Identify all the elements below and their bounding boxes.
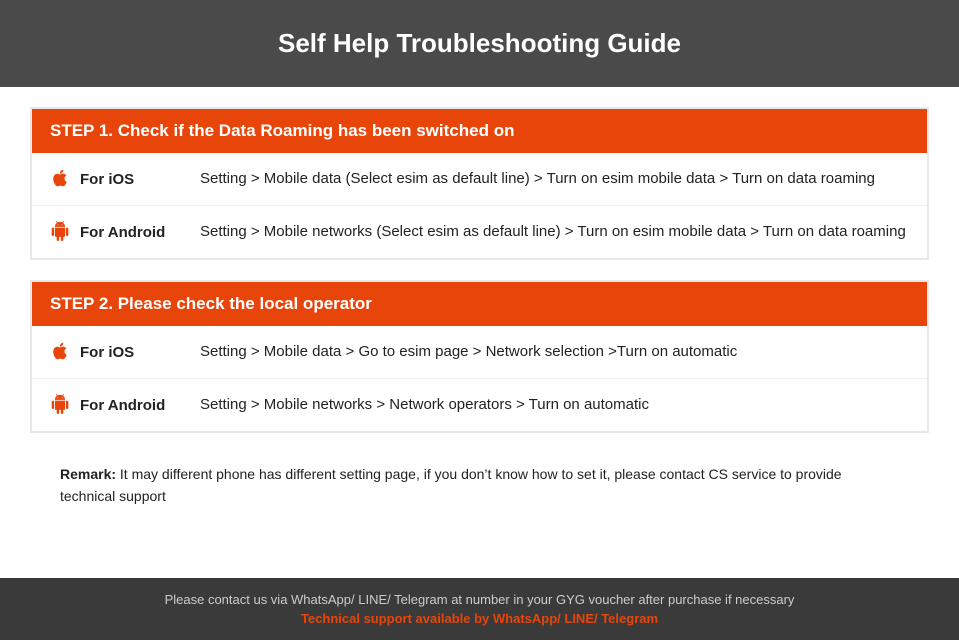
step1-android-label: For Android bbox=[50, 220, 200, 243]
remark-section: Remark: It may different phone has diffe… bbox=[30, 453, 929, 528]
step2-android-text: Setting > Mobile networks > Network oper… bbox=[200, 393, 909, 417]
apple-icon-2 bbox=[50, 341, 72, 363]
remark-text: It may different phone has different set… bbox=[60, 466, 842, 504]
page-header: Self Help Troubleshooting Guide bbox=[0, 0, 959, 87]
step1-ios-row: For iOS Setting > Mobile data (Select es… bbox=[32, 153, 927, 206]
step1-header: STEP 1. Check if the Data Roaming has be… bbox=[32, 109, 927, 153]
android-icon-2 bbox=[50, 394, 72, 416]
step1-android-text: Setting > Mobile networks (Select esim a… bbox=[200, 220, 909, 244]
step2-header: STEP 2. Please check the local operator bbox=[32, 282, 927, 326]
step1-block: STEP 1. Check if the Data Roaming has be… bbox=[30, 107, 929, 260]
main-content: STEP 1. Check if the Data Roaming has be… bbox=[0, 87, 959, 578]
footer-support-text: Technical support available by WhatsApp/… bbox=[20, 611, 939, 626]
remark-label: Remark: bbox=[60, 466, 116, 482]
android-icon bbox=[50, 221, 72, 243]
step1-body: For iOS Setting > Mobile data (Select es… bbox=[32, 153, 927, 258]
step2-ios-text: Setting > Mobile data > Go to esim page … bbox=[200, 340, 909, 364]
page-title: Self Help Troubleshooting Guide bbox=[20, 28, 939, 59]
step2-ios-label: For iOS bbox=[50, 340, 200, 363]
step2-ios-label-text: For iOS bbox=[80, 344, 134, 361]
step1-android-row: For Android Setting > Mobile networks (S… bbox=[32, 206, 927, 258]
step2-android-row: For Android Setting > Mobile networks > … bbox=[32, 379, 927, 431]
step1-ios-label-text: For iOS bbox=[80, 171, 134, 188]
step2-android-label: For Android bbox=[50, 393, 200, 416]
step1-ios-label: For iOS bbox=[50, 167, 200, 190]
footer: Please contact us via WhatsApp/ LINE/ Te… bbox=[0, 578, 959, 640]
step2-ios-row: For iOS Setting > Mobile data > Go to es… bbox=[32, 326, 927, 379]
step2-body: For iOS Setting > Mobile data > Go to es… bbox=[32, 326, 927, 431]
footer-text: Please contact us via WhatsApp/ LINE/ Te… bbox=[165, 592, 795, 607]
step1-ios-text: Setting > Mobile data (Select esim as de… bbox=[200, 167, 909, 191]
step2-block: STEP 2. Please check the local operator … bbox=[30, 280, 929, 433]
apple-icon bbox=[50, 168, 72, 190]
step1-android-label-text: For Android bbox=[80, 224, 165, 241]
step2-android-label-text: For Android bbox=[80, 397, 165, 414]
